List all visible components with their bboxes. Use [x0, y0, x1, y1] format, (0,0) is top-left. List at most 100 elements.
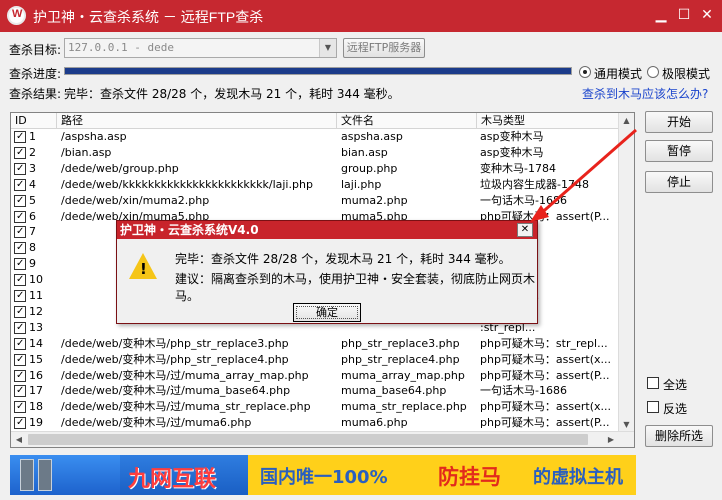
scan-result-text: 完毕：查杀文件 28/28 个，发现木马 21 个，耗时 344 毫秒。 — [64, 87, 400, 101]
dialog-title: 护卫神・云查杀系统V4.0 — [117, 221, 537, 239]
row-checkbox[interactable] — [14, 145, 26, 161]
banner-slogan-1: 国内唯一100% — [260, 467, 388, 488]
mode-extreme-label: 极限模式 — [662, 67, 711, 81]
chevron-down-icon[interactable]: ▼ — [319, 39, 336, 57]
minimize-button[interactable]: ▁ — [649, 4, 673, 26]
row-id: 7 — [29, 225, 36, 239]
row-path: /bian.asp — [61, 145, 112, 159]
row-type: php可疑木马：str_repl... — [480, 336, 608, 350]
help-link[interactable]: 查杀到木马应该怎么办? — [582, 85, 708, 102]
invert-selection-label: 反选 — [663, 402, 688, 416]
row-type: asp变种木马 — [480, 145, 544, 159]
row-id: 14 — [29, 336, 43, 350]
table-row[interactable]: 4/dede/web/kkkkkkkkkkkkkkkkkkkkkkk/laji.… — [11, 177, 620, 193]
row-id: 12 — [29, 304, 43, 318]
table-row[interactable]: 15/dede/web/变种木马/php_str_replace4.php php… — [11, 352, 620, 368]
row-checkbox[interactable] — [14, 399, 26, 415]
invert-selection-checkbox[interactable] — [647, 401, 659, 413]
row-filename: muma_array_map.php — [341, 368, 465, 382]
dialog-ok-button[interactable]: 确定 — [293, 303, 361, 322]
row-checkbox[interactable] — [14, 320, 26, 336]
row-path: /dede/web/kkkkkkkkkkkkkkkkkkkkkkk/laji.p… — [61, 177, 313, 191]
scroll-thumb[interactable] — [28, 434, 588, 445]
stop-button[interactable]: 停止 — [645, 171, 713, 193]
scroll-left-icon[interactable]: ◀ — [11, 432, 27, 447]
table-row[interactable]: 1/aspsha.asp aspsha.asp asp变种木马 — [11, 129, 620, 145]
table-row[interactable]: 19/dede/web/变种木马/过/muma6.php muma6.php php… — [11, 415, 620, 431]
warning-icon — [129, 253, 157, 279]
row-type: 一句话木马-1686 — [480, 384, 567, 398]
row-id: 4 — [29, 177, 36, 191]
banner-logo — [10, 455, 120, 495]
column-header-filename[interactable]: 文件名 — [337, 113, 477, 129]
row-filename: laji.php — [341, 177, 382, 191]
row-filename: muma6.php — [341, 416, 408, 430]
row-checkbox[interactable] — [14, 129, 26, 145]
table-row[interactable]: 3/dede/web/group.php group.php 变种木马-1784 — [11, 161, 620, 177]
close-button[interactable]: ✕ — [695, 4, 719, 26]
server-icon — [20, 459, 34, 491]
server-icon — [38, 459, 52, 491]
scan-target-select[interactable]: 127.0.0.1 - dede ▼ — [64, 38, 337, 58]
row-checkbox[interactable] — [14, 368, 26, 384]
ad-banner[interactable]: 九网互联 国内唯一100% 防挂马 的虚拟主机 — [10, 455, 636, 495]
dialog-message-result: 完毕：查杀文件 28/28 个，发现木马 21 个，耗时 344 毫秒。 — [175, 252, 511, 266]
dialog-close-button[interactable]: ✕ — [517, 223, 533, 237]
row-id: 10 — [29, 273, 43, 287]
scan-result-label: 查杀结果: — [9, 87, 62, 101]
banner-slogan: 国内唯一100% 防挂马 的虚拟主机 — [248, 455, 636, 495]
row-path: /dede/web/变种木马/php_str_replace3.php — [61, 336, 289, 350]
row-checkbox[interactable] — [14, 177, 26, 193]
maximize-button[interactable]: ☐ — [672, 4, 696, 26]
remote-ftp-button[interactable]: 远程FTP服务器 — [343, 38, 425, 58]
start-button[interactable]: 开始 — [645, 111, 713, 133]
horizontal-scrollbar[interactable]: ◀ ▶ — [11, 431, 634, 447]
column-header-id[interactable]: ID — [11, 113, 57, 129]
vertical-scrollbar[interactable]: ▲ ▼ — [618, 113, 634, 433]
row-checkbox[interactable] — [14, 224, 26, 240]
row-checkbox[interactable] — [14, 336, 26, 352]
row-path: /dede/web/变种木马/php_str_replace4.php — [61, 352, 289, 366]
row-id: 1 — [29, 130, 36, 143]
row-checkbox[interactable] — [14, 240, 26, 256]
scan-progress-bar — [64, 67, 572, 75]
table-row[interactable]: 17/dede/web/变种木马/过/muma_base64.php muma_b… — [11, 383, 620, 399]
row-filename: group.php — [341, 161, 398, 175]
app-logo-icon — [7, 6, 26, 25]
scan-target-label: 查杀目标: — [9, 43, 62, 57]
mode-extreme-radio[interactable] — [647, 66, 659, 78]
row-type: asp变种木马 — [480, 130, 544, 143]
row-checkbox[interactable] — [14, 415, 26, 431]
row-path: /aspsha.asp — [61, 130, 127, 143]
row-filename: muma_base64.php — [341, 384, 447, 398]
table-row[interactable]: 5/dede/web/xin/muma2.php muma2.php 一句话木马-1… — [11, 193, 620, 209]
row-checkbox[interactable] — [14, 256, 26, 272]
row-filename: php_str_replace4.php — [341, 352, 460, 366]
pause-button[interactable]: 暂停 — [645, 140, 713, 162]
row-checkbox[interactable] — [14, 304, 26, 320]
table-row[interactable]: 16/dede/web/变种木马/过/muma_array_map.php mum… — [11, 368, 620, 384]
row-checkbox[interactable] — [14, 161, 26, 177]
select-all-checkbox[interactable] — [647, 377, 659, 389]
row-checkbox[interactable] — [14, 288, 26, 304]
row-id: 16 — [29, 368, 43, 382]
delete-selected-button[interactable]: 删除所选 — [645, 425, 713, 447]
column-header-type[interactable]: 木马类型 — [477, 113, 620, 129]
table-row[interactable]: 14/dede/web/变种木马/php_str_replace3.php php… — [11, 336, 620, 352]
row-checkbox[interactable] — [14, 352, 26, 368]
table-row[interactable]: 18/dede/web/变种木马/过/muma_str_replace.php m… — [11, 399, 620, 415]
mode-normal-radio[interactable] — [579, 66, 591, 78]
row-id: 13 — [29, 320, 43, 334]
table-row[interactable]: 2/bian.asp bian.asp asp变种木马 — [11, 145, 620, 161]
row-type: 一句话木马-1686 — [480, 193, 567, 207]
row-type: php可疑木马：assert(x... — [480, 400, 612, 414]
scroll-right-icon[interactable]: ▶ — [603, 432, 619, 447]
row-checkbox[interactable] — [14, 193, 26, 209]
column-header-path[interactable]: 路径 — [57, 113, 337, 129]
row-checkbox[interactable] — [14, 383, 26, 399]
row-type: php可疑木马：assert(P... — [480, 416, 610, 430]
scroll-up-icon[interactable]: ▲ — [619, 113, 634, 129]
row-id: 3 — [29, 161, 36, 175]
row-checkbox[interactable] — [14, 209, 26, 225]
row-checkbox[interactable] — [14, 272, 26, 288]
